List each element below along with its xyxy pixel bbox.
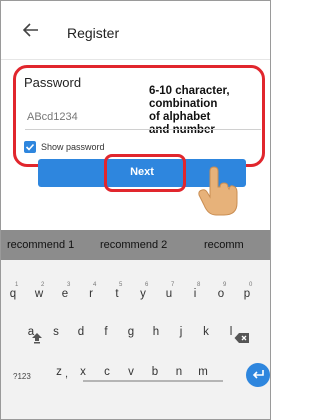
- page-title: Register: [67, 25, 120, 41]
- key-y[interactable]: y6: [135, 282, 151, 300]
- key-q[interactable]: q1: [5, 282, 21, 300]
- key-number: 1: [15, 282, 19, 288]
- key-label: r: [89, 288, 93, 300]
- key-j[interactable]: j: [173, 326, 189, 338]
- key-label: p: [243, 288, 251, 300]
- key-number: 2: [41, 282, 45, 288]
- key-label: o: [217, 288, 225, 300]
- key-p[interactable]: p0: [239, 282, 255, 300]
- key-i[interactable]: i8: [187, 282, 203, 300]
- key-label: q: [9, 288, 17, 300]
- key-s[interactable]: s: [48, 326, 64, 338]
- register-screen: Register Password 6-10 character, combin…: [0, 0, 271, 420]
- key-number: 7: [171, 282, 175, 288]
- key-label: i: [193, 288, 197, 300]
- key-number: 0: [249, 282, 253, 288]
- form-highlight-outline: [13, 65, 265, 167]
- suggestion-item[interactable]: recommend 1: [7, 239, 74, 251]
- key-f[interactable]: f: [98, 326, 114, 338]
- key-k[interactable]: k: [198, 326, 214, 338]
- key-e[interactable]: e3: [57, 282, 73, 300]
- onscreen-keyboard: q1 w2 e3 r4 t5 y6 u7 i8 o9 p0 a s d f g …: [1, 260, 270, 419]
- enter-key[interactable]: [246, 363, 270, 387]
- key-label: w: [34, 288, 44, 300]
- enter-icon: [252, 370, 264, 379]
- key-number: 9: [223, 282, 227, 288]
- backspace-icon[interactable]: [234, 332, 250, 344]
- key-u[interactable]: u7: [161, 282, 177, 300]
- key-g[interactable]: g: [123, 326, 139, 338]
- key-number: 4: [93, 282, 97, 288]
- shift-icon[interactable]: [31, 332, 43, 344]
- key-number: 5: [119, 282, 123, 288]
- arrow-left-icon[interactable]: [23, 23, 39, 37]
- suggestion-item[interactable]: recommend 2: [100, 239, 167, 251]
- key-label: u: [165, 288, 173, 300]
- suggestion-item[interactable]: recomm: [204, 239, 244, 251]
- tap-hand-icon: [198, 166, 238, 216]
- key-w[interactable]: w2: [31, 282, 47, 300]
- comma-key[interactable]: ,: [65, 368, 68, 380]
- key-t[interactable]: t5: [109, 282, 125, 300]
- next-highlight-outline: [104, 154, 186, 192]
- key-label: e: [61, 288, 69, 300]
- app-header: Register: [1, 1, 270, 60]
- key-label: y: [140, 288, 146, 300]
- key-number: 6: [145, 282, 149, 288]
- suggestion-bar: recommend 1 recommend 2 recomm: [1, 230, 270, 260]
- key-o[interactable]: o9: [213, 282, 229, 300]
- space-bar[interactable]: [83, 372, 223, 382]
- key-r[interactable]: r4: [83, 282, 99, 300]
- key-number: 8: [197, 282, 201, 288]
- key-number: 3: [67, 282, 71, 288]
- key-d[interactable]: d: [73, 326, 89, 338]
- key-label: t: [115, 288, 119, 300]
- symbols-key[interactable]: ?123: [13, 372, 31, 381]
- key-h[interactable]: h: [148, 326, 164, 338]
